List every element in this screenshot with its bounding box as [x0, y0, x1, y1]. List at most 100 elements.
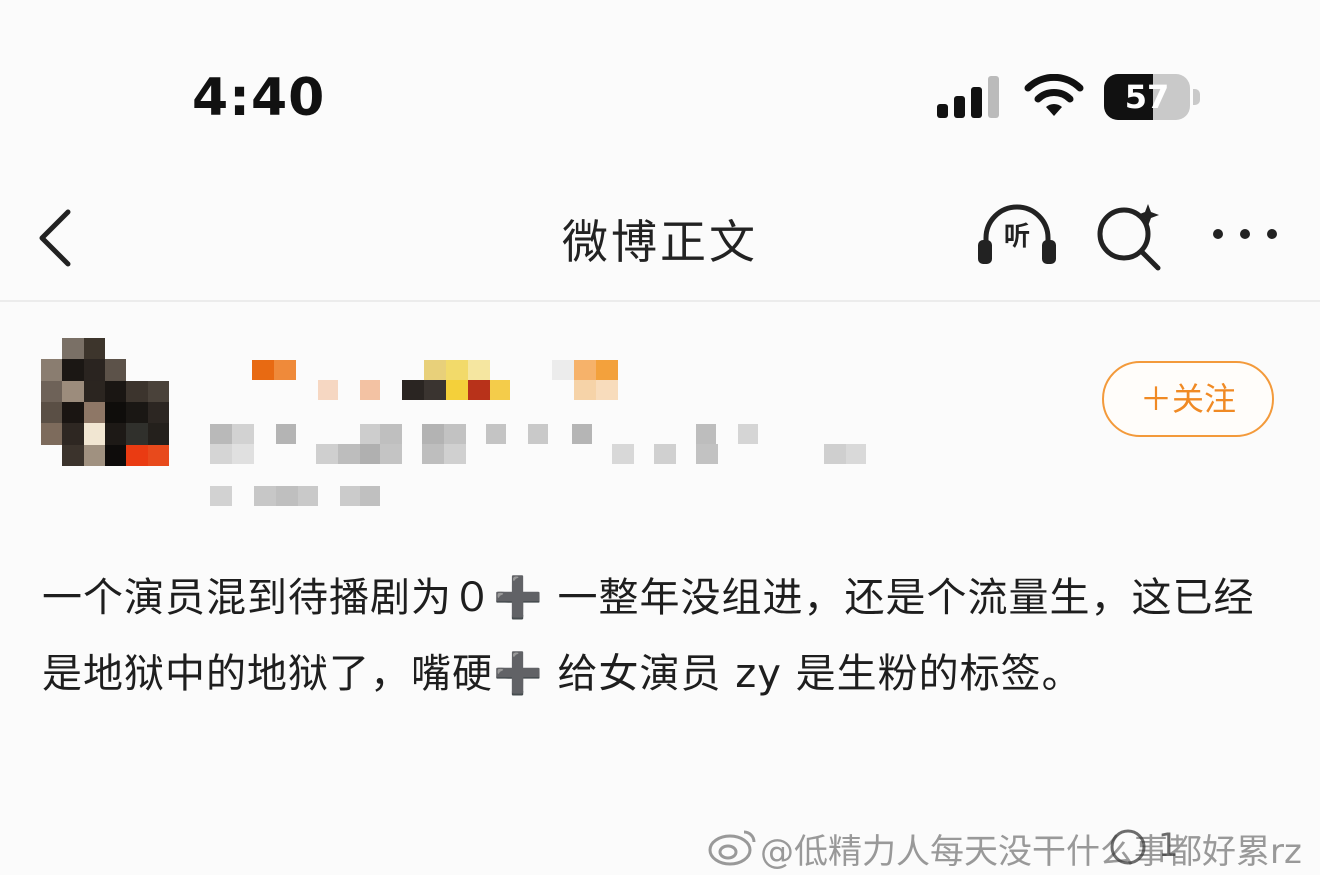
listen-button[interactable]: 听 [972, 200, 1062, 272]
avatar-pixel [105, 380, 127, 402]
page-title: 微博正文 [562, 215, 758, 269]
blurred-pixel [468, 360, 490, 380]
search-sparkle-icon[interactable] [1094, 200, 1166, 272]
blurred-pixel [318, 380, 338, 400]
more-dots-icon[interactable] [1208, 214, 1282, 254]
blurred-pixel [738, 424, 758, 444]
blurred-pixel [210, 486, 232, 506]
blurred-pixel [824, 444, 846, 464]
blurred-pixel [422, 424, 444, 444]
avatar-pixel [105, 359, 127, 381]
avatar-pixel [41, 444, 63, 466]
avatar-pixel [126, 338, 148, 360]
blurred-pixel [596, 360, 618, 380]
avatar-pixel [126, 359, 148, 381]
blurred-pixel [340, 486, 360, 506]
blurred-pixel [360, 444, 382, 464]
post-text: 一个演员混到待播剧为０➕ 一整年没组进，还是个流量生，这已经是地狱中的地狱了，嘴… [42, 575, 1255, 697]
avatar-pixel [105, 338, 127, 360]
blurred-pixel [276, 486, 298, 506]
blurred-pixel [446, 360, 468, 380]
avatar-pixel [147, 338, 169, 360]
blurred-pixel [444, 424, 466, 444]
blurred-pixel [446, 380, 468, 400]
avatar-pixel [62, 444, 84, 466]
navigation-bar: 微博正文 听 [0, 170, 1320, 302]
blurred-pixel [210, 424, 232, 444]
blurred-pixel [274, 360, 296, 380]
blurred-pixel [444, 444, 466, 464]
blurred-pixel [276, 424, 296, 444]
blurred-pixel [380, 424, 402, 444]
blurred-pixel [360, 424, 380, 444]
reply-count[interactable]: 1 [1108, 826, 1278, 874]
post-source-blurred [210, 484, 390, 508]
avatar[interactable] [41, 338, 169, 466]
blurred-pixel [380, 444, 402, 464]
listen-label: 听 [1003, 222, 1030, 252]
avatar-pixel [41, 359, 63, 381]
battery-percent: 57 [1124, 78, 1170, 116]
avatar-pixel [126, 444, 148, 466]
avatar-pixel [147, 444, 169, 466]
back-chevron-icon[interactable] [30, 206, 80, 270]
avatar-pixel [147, 402, 169, 424]
status-time: 4:40 [192, 68, 326, 128]
avatar-pixel [147, 380, 169, 402]
blurred-pixel [468, 380, 490, 400]
blurred-pixel [254, 486, 276, 506]
avatar-pixel [41, 338, 63, 360]
blurred-pixel [232, 424, 254, 444]
blurred-pixel [696, 444, 718, 464]
username-blurred[interactable] [252, 356, 622, 402]
blurred-pixel [654, 444, 676, 464]
avatar-pixel [83, 444, 105, 466]
blurred-pixel [424, 380, 446, 400]
blurred-pixel [528, 424, 548, 444]
avatar-pixel [83, 380, 105, 402]
avatar-pixel [147, 423, 169, 445]
blurred-pixel [574, 380, 596, 400]
follow-button[interactable]: ＋关注 [1102, 361, 1274, 437]
blurred-pixel [490, 380, 510, 400]
avatar-pixel [41, 402, 63, 424]
weibo-logo-icon [708, 830, 756, 866]
avatar-pixel [147, 359, 169, 381]
avatar-pixel [62, 380, 84, 402]
avatar-pixel [126, 423, 148, 445]
cellular-signal-icon [937, 76, 999, 118]
blurred-pixel [402, 380, 424, 400]
wifi-icon [1024, 74, 1084, 116]
avatar-pixel [105, 402, 127, 424]
blurred-pixel [298, 486, 318, 506]
avatar-pixel [62, 423, 84, 445]
blurred-pixel [574, 360, 596, 380]
avatar-pixel [83, 423, 105, 445]
avatar-pixel [62, 359, 84, 381]
avatar-pixel [126, 380, 148, 402]
avatar-pixel [41, 380, 63, 402]
avatar-pixel [62, 338, 84, 360]
blurred-pixel [486, 424, 506, 444]
blurred-pixel [210, 444, 232, 464]
blurred-pixel [316, 444, 338, 464]
comment-icon [1110, 829, 1146, 865]
avatar-pixel [83, 359, 105, 381]
avatar-pixel [83, 338, 105, 360]
blurred-pixel [846, 444, 866, 464]
avatar-pixel [126, 402, 148, 424]
avatar-pixel [41, 423, 63, 445]
blurred-pixel [612, 444, 634, 464]
post-meta-blurred [210, 418, 870, 468]
blurred-pixel [696, 424, 716, 444]
reply-count-value: 1 [1158, 826, 1179, 864]
blurred-pixel [572, 424, 592, 444]
blurred-pixel [252, 360, 274, 380]
avatar-pixel [105, 444, 127, 466]
blurred-pixel [360, 380, 380, 400]
blurred-pixel [338, 444, 360, 464]
blurred-pixel [422, 444, 444, 464]
blurred-pixel [360, 486, 380, 506]
avatar-pixel [105, 423, 127, 445]
blurred-pixel [552, 360, 574, 380]
